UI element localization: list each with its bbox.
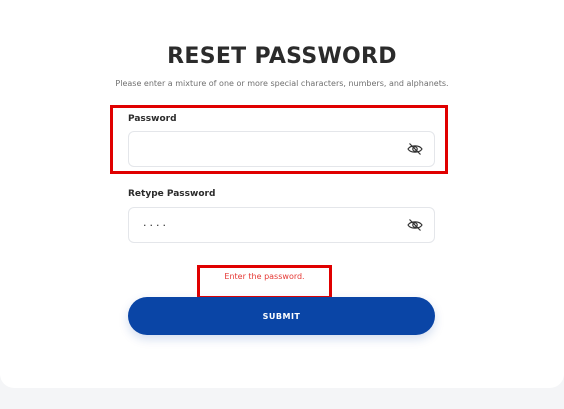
retype-password-field bbox=[128, 207, 435, 243]
reset-password-card: RESET PASSWORD Please enter a mixture of… bbox=[0, 0, 564, 388]
error-highlight-box bbox=[197, 265, 332, 299]
page-subtitle: Please enter a mixture of one or more sp… bbox=[115, 79, 449, 88]
eye-off-icon[interactable] bbox=[407, 218, 423, 232]
retype-password-label: Retype Password bbox=[128, 189, 216, 199]
retype-password-input[interactable] bbox=[129, 208, 399, 242]
page-title: RESET PASSWORD bbox=[167, 44, 397, 69]
password-highlight-box bbox=[110, 105, 448, 174]
submit-button[interactable]: SUBMIT bbox=[128, 297, 435, 335]
